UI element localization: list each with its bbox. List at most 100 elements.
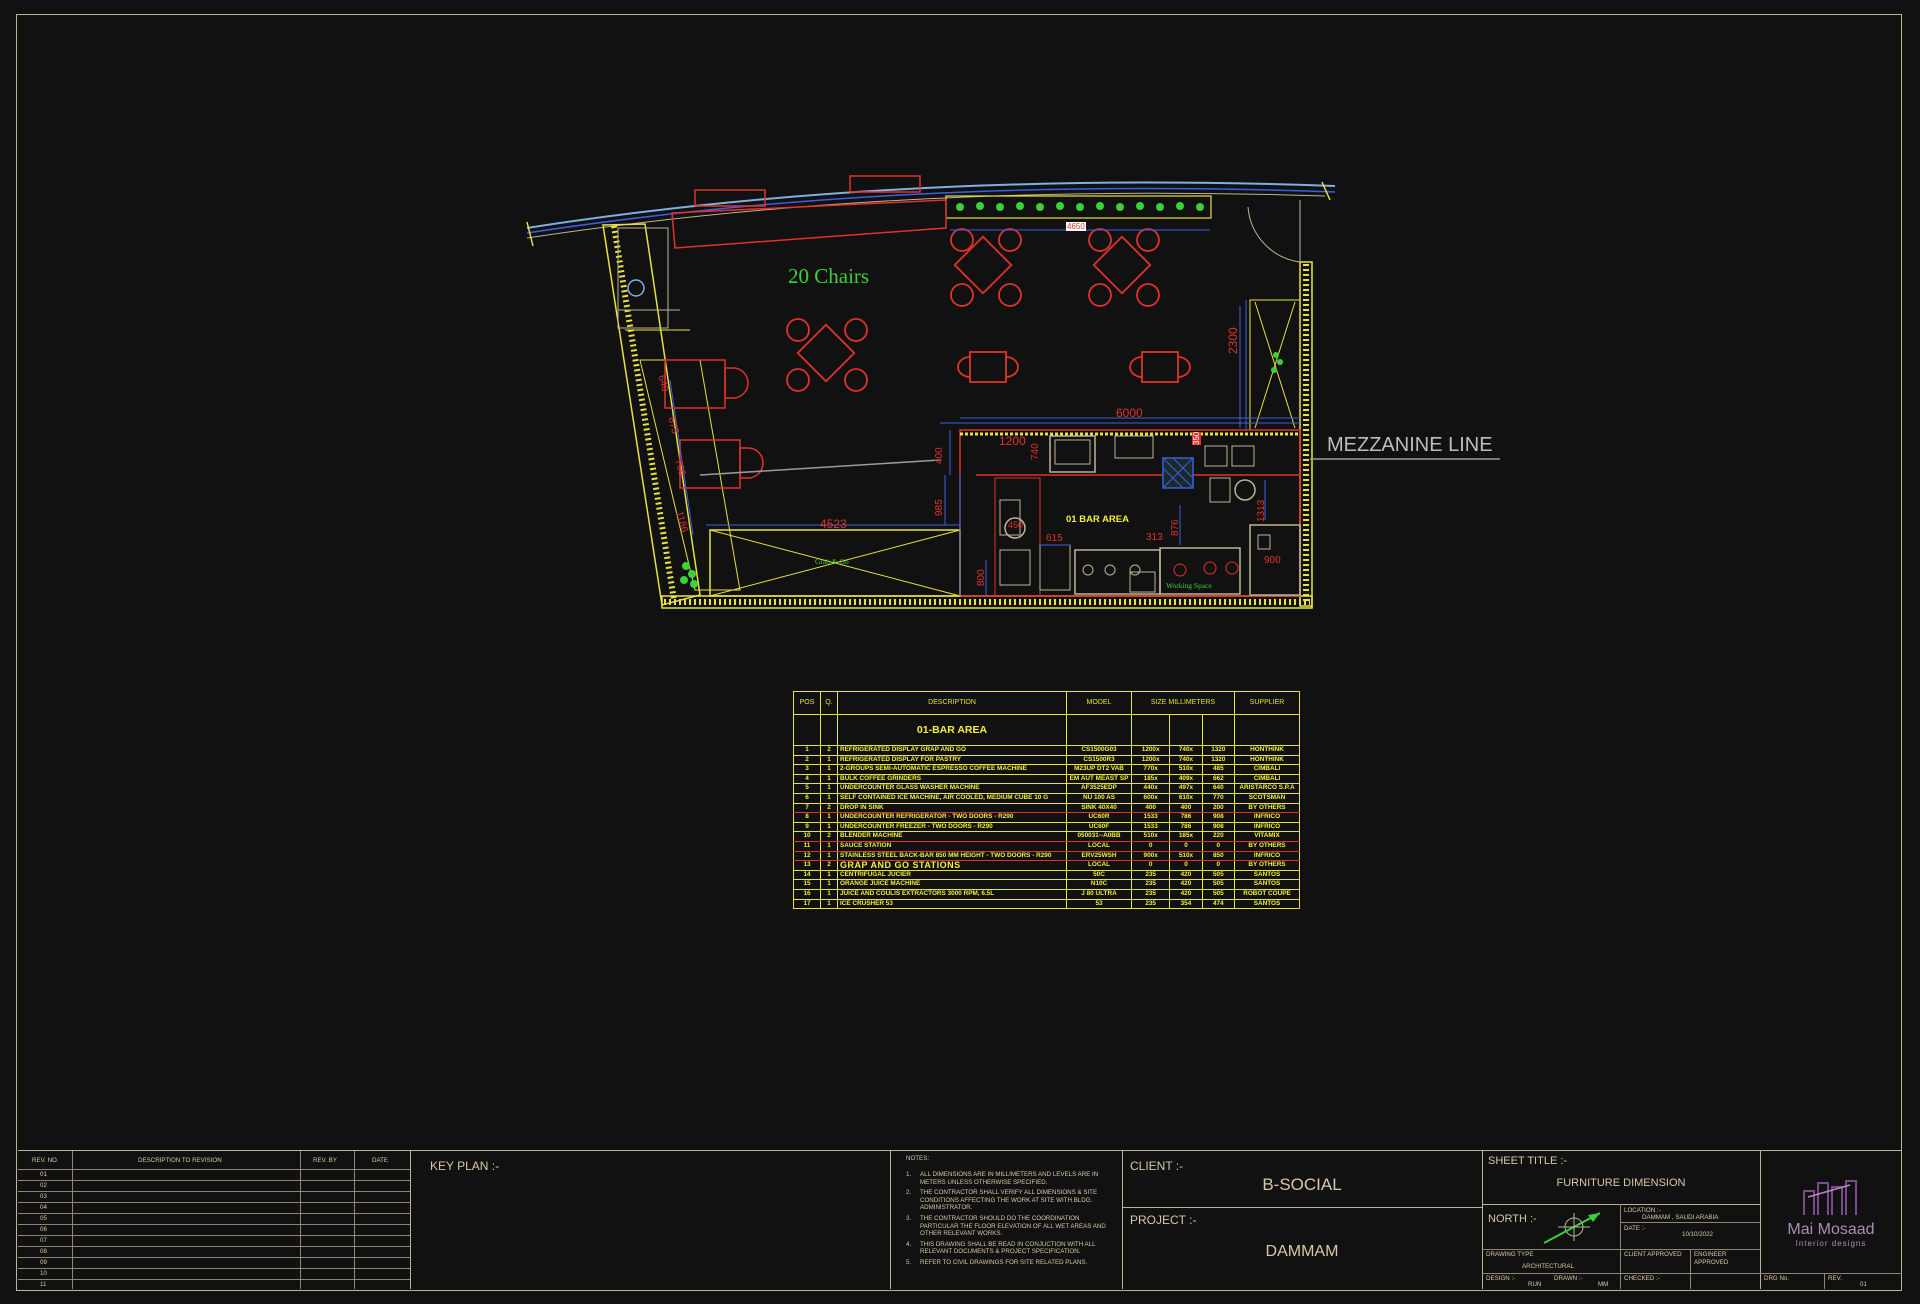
cell-pos: 8 — [793, 812, 821, 823]
cell-desc: SAUCE STATION — [837, 840, 1067, 852]
cell-q: 2 — [820, 802, 838, 814]
cell-supplier: INFRICO — [1234, 812, 1300, 823]
cell-pos: 16 — [793, 888, 821, 900]
cell-w: 1200x — [1130, 745, 1171, 756]
cell-pos: 14 — [793, 869, 821, 881]
cell-w: 600x — [1130, 792, 1171, 804]
cell-q: 1 — [820, 792, 838, 804]
cell-desc: CENTRIFUGAL JUCIER — [837, 869, 1067, 881]
project-label: PROJECT :- — [1130, 1213, 1197, 1227]
cell-pos: 3 — [793, 764, 821, 775]
note-number: 2. — [906, 1189, 912, 1197]
cell-pos: 4 — [793, 773, 821, 785]
cell-w: 1533 — [1130, 821, 1171, 833]
schedule-row: 3 1 2-GROUPS SEMI-AUTOMATIC ESPRESSO COFFE… — [793, 764, 1300, 775]
cell-h: 485 — [1201, 764, 1236, 775]
rev-number: 02 — [40, 1182, 47, 1189]
rev-row-line — [18, 1191, 410, 1192]
cell-supplier: SANTOS — [1234, 898, 1300, 910]
rev-value: 01 — [1860, 1281, 1867, 1288]
cell-d: 740x — [1169, 745, 1203, 756]
rev-date-header: DATE — [372, 1157, 389, 1164]
cell-q: 1 — [820, 754, 838, 766]
cell-supplier: INFRICO — [1234, 850, 1300, 862]
schedule-row: 13 2 GRAP AND GO STATIONS LOCAL 0 0 0 BY OTHERS — [793, 860, 1300, 871]
rev-no-header: REV. NO. — [32, 1157, 59, 1164]
cell-desc: JUICE AND COULIS EXTRACTORS 3000 RPM, 6.… — [837, 888, 1067, 900]
rev-number: 06 — [40, 1226, 47, 1233]
cell-supplier: SANTOS — [1234, 869, 1300, 881]
bench — [671, 199, 947, 249]
date-label: DATE :- — [1624, 1225, 1646, 1232]
rev-row-line — [18, 1224, 410, 1225]
cell-model: LOCAL — [1066, 860, 1132, 871]
grab-go-label: Grab & Go — [815, 557, 849, 566]
client-label: CLIENT :- — [1130, 1159, 1184, 1173]
cell-desc: SELF CONTAINED ICE MACHINE, AIR COOLED, … — [837, 792, 1067, 804]
cell-desc: DROP IN SINK — [837, 802, 1067, 814]
rev-row-line — [18, 1213, 410, 1214]
cell-pos: 9 — [793, 821, 821, 833]
cell-h: 908 — [1201, 821, 1236, 833]
cell-model: CS1500R3 — [1066, 754, 1132, 766]
schedule-row: 7 2 DROP IN SINK SINK 40X40 400 400 200 BY OTHE… — [793, 802, 1300, 814]
cell-model: N10C — [1066, 879, 1132, 890]
cell-h: 0 — [1201, 840, 1236, 852]
dim-2300: 2300 — [1226, 327, 1240, 354]
cell-h: 662 — [1201, 773, 1236, 785]
date-value: 10/10/2022 — [1682, 1231, 1713, 1238]
rev-number: 05 — [40, 1215, 47, 1222]
dim-1313: 1313 — [1256, 499, 1267, 522]
col-pos: POS — [793, 691, 821, 715]
rev-number: 09 — [40, 1259, 47, 1266]
cell-d: 510x — [1169, 764, 1203, 775]
brand-logo-icon — [1803, 1180, 1857, 1215]
drawing-type-value: ARCHITECTURAL — [1522, 1263, 1574, 1270]
schedule-row: 14 1 CENTRIFUGAL JUCIER 50C 235 420 505 SANTOS — [793, 869, 1300, 881]
rev-number: 07 — [40, 1237, 47, 1244]
cell-q: 1 — [820, 879, 838, 890]
dim-4650: 4650 — [1066, 222, 1086, 231]
note-item: 3. THE CONTRACTOR SHOULD DO THE COORDINAT… — [906, 1215, 1106, 1238]
dim-740: 740 — [1030, 443, 1041, 460]
dim-985: 985 — [934, 499, 945, 516]
chairs-label: 20 Chairs — [788, 264, 870, 288]
col-description: DESCRIPTION — [837, 691, 1067, 715]
rev-number: 10 — [40, 1270, 47, 1277]
cell-model: CS1500G03 — [1066, 745, 1132, 756]
cell-d: 0 — [1169, 840, 1203, 852]
location-value: DAMMAM , SAUDI ARABIA — [1642, 1214, 1719, 1221]
engineer-approved-label: ENGINEER APPROVED — [1694, 1251, 1729, 1266]
floor-plan — [526, 175, 1500, 609]
dim-350: 350 — [1192, 431, 1201, 445]
dim-800: 800 — [976, 569, 987, 586]
cell-model: NU 100 AS — [1066, 792, 1132, 804]
drg-no-label: DRG No. — [1764, 1275, 1790, 1282]
cell-q: 1 — [820, 850, 838, 862]
dim-4523: 4523 — [820, 517, 847, 531]
note-text: REFER TO CIVIL DRAWINGS FOR SITE RELATED… — [920, 1258, 1088, 1266]
cell-supplier: ROBOT COUPE — [1234, 888, 1300, 900]
cell-desc: GRAP AND GO STATIONS — [837, 860, 1067, 871]
rev-number: 01 — [40, 1171, 47, 1178]
note-text: ALL DIMENSIONS ARE IN MILLIMETERS AND LE… — [920, 1171, 1099, 1186]
cell-d: 185x — [1169, 831, 1203, 842]
cell-supplier: ARISTARCO S.P.A — [1234, 783, 1300, 794]
sheet-info-box: SHEET TITLE :- FURNITURE DIMENSION NORTH… — [1482, 1151, 1761, 1289]
north-label: NORTH :- — [1488, 1213, 1537, 1225]
cell-supplier: SCOTSMAN — [1234, 792, 1300, 804]
design-value: RUN — [1528, 1281, 1542, 1288]
cell-h: 850 — [1201, 850, 1236, 862]
cell-q: 2 — [820, 831, 838, 842]
key-plan-box: KEY PLAN :- — [410, 1151, 891, 1289]
dim-450: 450 — [1008, 520, 1024, 530]
cell-d: 420 — [1169, 869, 1203, 881]
cell-h: 505 — [1201, 869, 1236, 881]
cell-supplier: INFRICO — [1234, 821, 1300, 833]
cell-q: 2 — [820, 745, 838, 756]
cell-supplier: BY OTHERS — [1234, 840, 1300, 852]
cell-w: 0 — [1130, 860, 1171, 871]
cell-desc: ICE CRUSHER 53 — [837, 898, 1067, 910]
brand-sub: Interior designs — [1795, 1239, 1867, 1248]
mezzanine-label: MEZZANINE LINE — [1327, 434, 1493, 456]
